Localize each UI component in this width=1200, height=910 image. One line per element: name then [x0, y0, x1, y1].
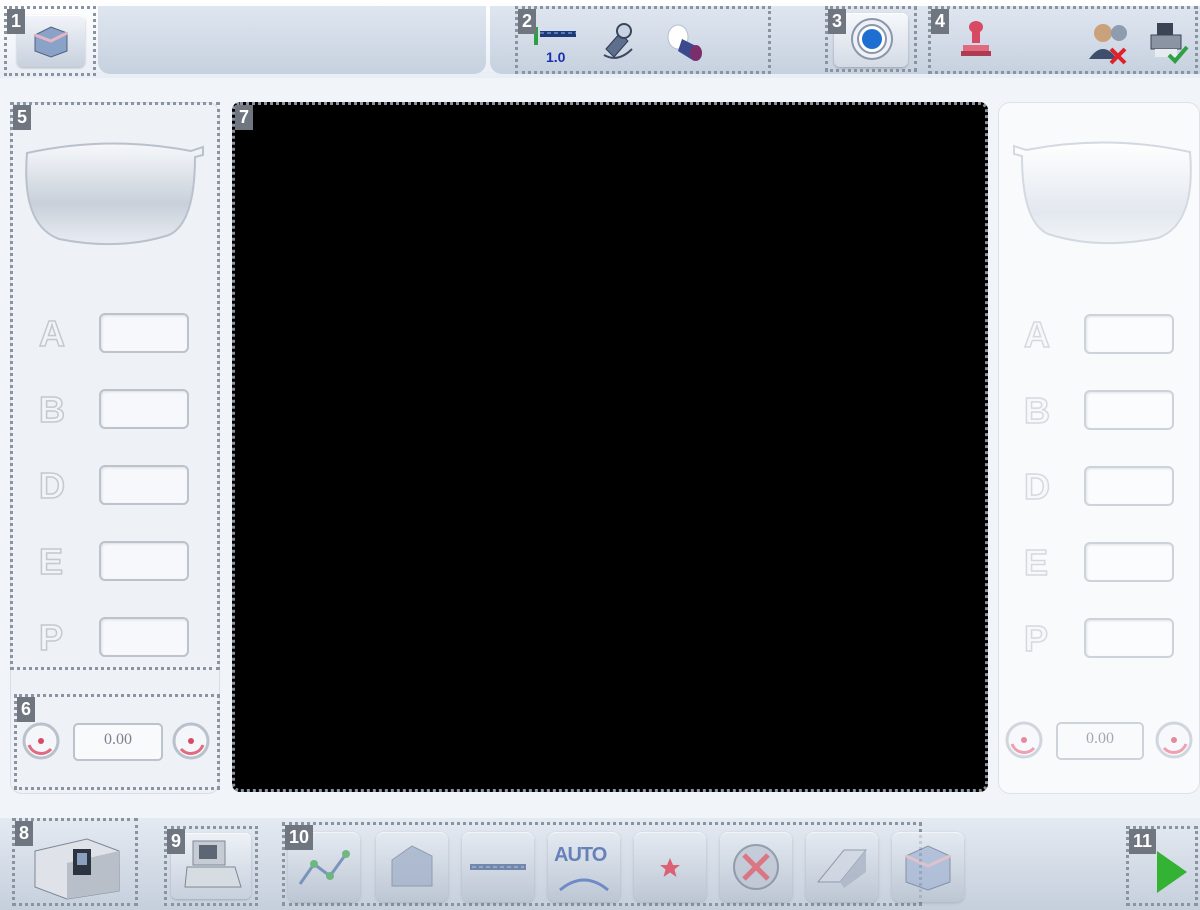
edger-machine-icon	[34, 838, 120, 900]
badge-9: 9	[167, 829, 186, 854]
right-field-d-label: D	[1023, 465, 1051, 508]
right-field-a-input[interactable]	[1084, 314, 1174, 354]
drill-value: 1.0	[546, 49, 566, 65]
right-rotate-right-icon[interactable]	[1154, 720, 1194, 760]
right-field-b-label: B	[1023, 389, 1051, 432]
target-icon	[851, 18, 893, 60]
drill-bit-icon	[534, 27, 576, 45]
badge-3: 3	[828, 9, 847, 34]
right-field-e-input[interactable]	[1084, 542, 1174, 582]
left-field-b-input[interactable]	[99, 389, 189, 429]
edger-machine-button[interactable]: 8	[12, 818, 138, 906]
right-lens-panel: A B D E P 0.00	[998, 102, 1200, 794]
left-field-d-label: D	[38, 464, 66, 507]
left-field-a-label: A	[38, 312, 66, 355]
suction-cup-icon	[667, 24, 702, 61]
left-field-a-input[interactable]	[99, 313, 189, 353]
badge-11: 11	[1129, 829, 1157, 854]
left-field-e-input[interactable]	[99, 541, 189, 581]
right-rotation-value[interactable]: 0.00	[1056, 722, 1144, 760]
left-field-p-label: P	[38, 616, 64, 659]
satellite-icon	[603, 23, 633, 59]
cancel-icon	[733, 844, 779, 890]
right-rotate-left-icon[interactable]	[1004, 720, 1044, 760]
groove-icon	[470, 864, 526, 870]
stamp-icon	[961, 21, 991, 56]
left-lens-icon[interactable]	[19, 133, 215, 253]
tracer-button[interactable]: 9	[164, 826, 258, 906]
polish-icon	[816, 849, 868, 888]
auto-label: AUTO	[554, 844, 607, 866]
right-field-p-label: P	[1023, 617, 1049, 660]
badge-1: 1	[7, 9, 26, 34]
left-rotation-group: 0.00 6	[14, 694, 220, 790]
badge-5: 5	[13, 105, 32, 130]
tool-group: 1.0 2	[515, 6, 771, 74]
right-field-e-label: E	[1023, 541, 1049, 584]
play-icon	[1157, 851, 1187, 893]
badge-2: 2	[518, 9, 537, 34]
status-group: 4	[928, 6, 1198, 74]
right-field-a-label: A	[1023, 313, 1051, 356]
right-lens-icon[interactable]	[1002, 132, 1198, 252]
left-field-b-label: B	[38, 388, 66, 431]
bevel-tool-button[interactable]	[376, 832, 448, 902]
lens-shape-icon	[34, 26, 68, 58]
suction-cup-button[interactable]	[658, 15, 712, 69]
print-ok-icon	[1150, 23, 1189, 64]
left-field-d-input[interactable]	[99, 465, 189, 505]
rotate-right-icon[interactable]	[171, 721, 211, 761]
left-rotation-value[interactable]: 0.00	[73, 723, 163, 761]
bevel-icon	[391, 845, 433, 887]
stamp-button[interactable]	[953, 15, 999, 65]
badge-7: 7	[235, 105, 254, 130]
centering-target-button[interactable]: 3	[825, 6, 917, 72]
right-field-b-input[interactable]	[1084, 390, 1174, 430]
left-field-p-input[interactable]	[99, 617, 189, 657]
auto-icon	[559, 878, 609, 892]
satellite-button[interactable]	[592, 15, 646, 69]
user-cancel-icon	[1089, 24, 1127, 65]
lens-display[interactable]: 7	[232, 102, 988, 792]
tracer-icon	[184, 840, 242, 888]
right-field-p-input[interactable]	[1084, 618, 1174, 658]
rotate-left-icon[interactable]	[21, 721, 61, 761]
groove-tool-button[interactable]	[462, 832, 534, 902]
badge-10: 10	[285, 825, 314, 850]
left-lens-panel: A B D E P 5	[10, 102, 220, 670]
badge-6: 6	[17, 697, 36, 722]
cancel-tool-button[interactable]	[720, 832, 792, 902]
top-bar-center-strip	[98, 6, 486, 74]
badge-8: 8	[15, 821, 34, 846]
safety-bevel-icon	[905, 845, 951, 891]
star-icon	[660, 858, 680, 877]
favorite-tool-button[interactable]	[634, 832, 706, 902]
start-cycle-button[interactable]: 11	[1126, 826, 1198, 906]
safety-bevel-tool-button[interactable]	[892, 832, 964, 902]
left-field-e-label: E	[38, 540, 64, 583]
right-field-d-input[interactable]	[1084, 466, 1174, 506]
lens-shape-button[interactable]: 1	[4, 6, 96, 76]
auto-tool-button[interactable]: AUTO	[548, 832, 620, 902]
polish-tool-button[interactable]	[806, 832, 878, 902]
badge-4: 4	[931, 9, 950, 34]
user-cancel-button[interactable]	[1083, 15, 1135, 69]
print-button[interactable]	[1141, 15, 1193, 69]
